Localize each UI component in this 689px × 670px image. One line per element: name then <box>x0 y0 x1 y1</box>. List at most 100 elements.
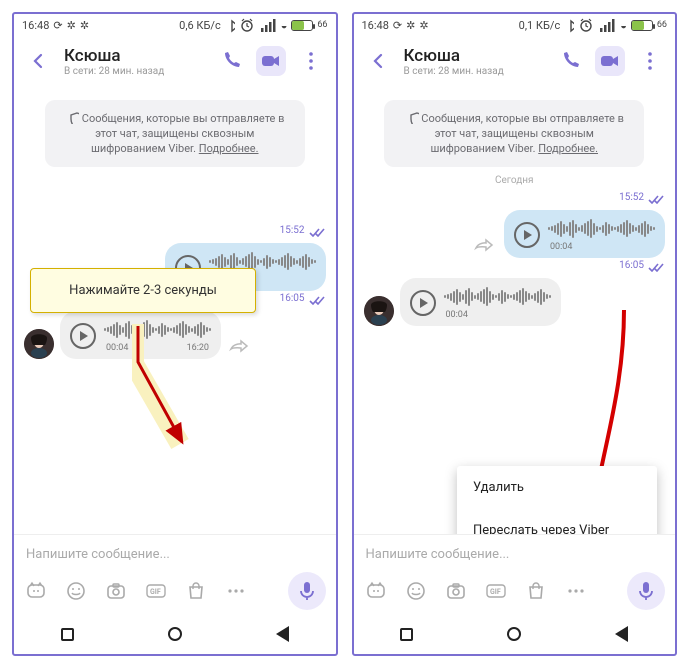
wifi-icon: ◒ <box>620 19 627 32</box>
phone-left: 16:48 ⟳ ✲ ✲ 0,6 КБ/с ◒ 66 Ксюша В сети: … <box>12 12 338 656</box>
nav-home[interactable] <box>507 627 521 641</box>
nav-back[interactable] <box>615 626 628 642</box>
sync-icon: ⟳ <box>53 19 62 32</box>
signal-icon <box>598 18 616 32</box>
call-button[interactable] <box>216 46 246 76</box>
gear-icon: ✲ <box>406 19 415 32</box>
menu-forward-viber[interactable]: Переслать через Viber <box>457 509 657 534</box>
message-input-bar: Напишите сообщение... <box>354 534 676 614</box>
camera-icon[interactable] <box>104 579 128 603</box>
nav-recents[interactable] <box>400 628 413 641</box>
android-navbar <box>354 614 676 654</box>
last-seen: В сети: 28 мин. назад <box>64 66 206 77</box>
message-input-bar: Напишите сообщение... <box>14 534 336 614</box>
gif-icon[interactable] <box>484 579 508 603</box>
bluetooth-icon <box>225 17 235 33</box>
voice-message-in-row: 00:04 <box>364 278 666 326</box>
msg-time: 15:52 <box>619 192 665 204</box>
status-time: 16:48 <box>362 19 389 32</box>
voice-duration: 00:04 <box>106 343 128 353</box>
msg-time: 16:05 <box>280 293 326 305</box>
voice-duration: 00:04 <box>550 242 572 252</box>
status-net: 0,1 КБ/с <box>519 19 561 32</box>
battery-icon <box>631 20 653 31</box>
more-attach-icon[interactable] <box>224 579 248 603</box>
more-button[interactable] <box>296 46 326 76</box>
voice-message-out[interactable]: 00:04 <box>504 210 665 258</box>
video-call-button[interactable] <box>595 46 625 76</box>
camera-icon[interactable] <box>444 579 468 603</box>
waveform <box>548 218 655 240</box>
instruction-callout: Нажимайте 2-3 секунды <box>30 268 256 313</box>
video-call-button[interactable] <box>256 46 286 76</box>
status-net: 0,6 КБ/с <box>179 19 221 32</box>
wifi-icon: ◒ <box>281 19 288 32</box>
alarm-icon <box>578 17 594 33</box>
status-bar: 16:48 ⟳ ✲ ✲ 0,6 КБ/с ◒ 66 <box>14 14 336 36</box>
call-button[interactable] <box>555 46 585 76</box>
emoji-icon[interactable] <box>64 579 88 603</box>
signal-icon <box>259 18 277 32</box>
message-input[interactable]: Напишите сообщение... <box>364 541 666 572</box>
nav-recents[interactable] <box>61 628 74 641</box>
play-button[interactable] <box>70 323 96 349</box>
sticker-icon[interactable] <box>364 579 388 603</box>
nav-back[interactable] <box>276 626 289 642</box>
sticker-icon[interactable] <box>24 579 48 603</box>
chat-area[interactable]: Сообщения, которые вы отправляете в этот… <box>14 86 336 534</box>
callout-text: Нажимайте 2-3 секунды <box>69 283 217 298</box>
mic-button[interactable] <box>627 572 665 610</box>
battery-icon <box>291 20 313 31</box>
chat-header: Ксюша В сети: 28 мин. назад <box>354 36 676 86</box>
callout-arrow <box>132 324 202 464</box>
more-button[interactable] <box>635 46 665 76</box>
emoji-icon[interactable] <box>404 579 428 603</box>
msg-time: 15:52 <box>280 225 326 237</box>
gear-icon-2: ✲ <box>419 19 428 32</box>
contact-name: Ксюша <box>64 46 206 66</box>
encryption-notice: Сообщения, которые вы отправляете в этот… <box>45 100 305 167</box>
encryption-more-link[interactable]: Подробнее. <box>538 142 598 155</box>
encryption-notice: Сообщения, которые вы отправляете в этот… <box>384 100 644 167</box>
android-navbar <box>14 614 336 654</box>
last-seen: В сети: 28 мин. назад <box>404 66 546 77</box>
msg-time: 16:05 <box>619 260 665 272</box>
phone-right: 16:48 ⟳ ✲ ✲ 0,1 КБ/с ◒ 66 Ксюша В сети: … <box>352 12 678 656</box>
chat-area[interactable]: Сообщения, которые вы отправляете в этот… <box>354 86 676 534</box>
avatar[interactable] <box>24 329 54 359</box>
status-time: 16:48 <box>22 19 49 32</box>
more-attach-icon[interactable] <box>564 579 588 603</box>
forward-icon[interactable] <box>472 234 494 258</box>
mic-button[interactable] <box>288 572 326 610</box>
status-bar: 16:48 ⟳ ✲ ✲ 0,1 КБ/с ◒ 66 <box>354 14 676 36</box>
encryption-more-link[interactable]: Подробнее. <box>199 142 259 155</box>
context-menu: Удалить Переслать через Viber <box>457 466 657 534</box>
play-button[interactable] <box>514 222 540 248</box>
forward-icon[interactable] <box>227 335 249 359</box>
back-button[interactable] <box>24 46 54 76</box>
battery-pct: 66 <box>657 20 667 30</box>
avatar[interactable] <box>364 296 394 326</box>
gif-icon[interactable] <box>144 579 168 603</box>
gear-icon: ✲ <box>67 19 76 32</box>
shop-icon[interactable] <box>524 579 548 603</box>
battery-pct: 66 <box>317 20 327 30</box>
gear-icon-2: ✲ <box>80 19 89 32</box>
bluetooth-icon <box>564 17 574 33</box>
contact-block[interactable]: Ксюша В сети: 28 мин. назад <box>64 46 206 77</box>
contact-name: Ксюша <box>404 46 546 66</box>
contact-block[interactable]: Ксюша В сети: 28 мин. назад <box>404 46 546 77</box>
nav-home[interactable] <box>168 627 182 641</box>
chat-header: Ксюша В сети: 28 мин. назад <box>14 36 336 86</box>
sync-icon: ⟳ <box>393 19 402 32</box>
voice-message-in[interactable]: 00:04 <box>400 278 561 326</box>
message-input[interactable]: Напишите сообщение... <box>24 541 326 572</box>
back-button[interactable] <box>364 46 394 76</box>
play-button[interactable] <box>410 290 436 316</box>
shop-icon[interactable] <box>184 579 208 603</box>
alarm-icon <box>239 17 255 33</box>
voice-duration: 00:04 <box>446 310 468 320</box>
menu-delete[interactable]: Удалить <box>457 466 657 509</box>
date-separator: Сегодня <box>364 175 666 186</box>
voice-message-out-row: 15:52 <box>24 225 326 237</box>
